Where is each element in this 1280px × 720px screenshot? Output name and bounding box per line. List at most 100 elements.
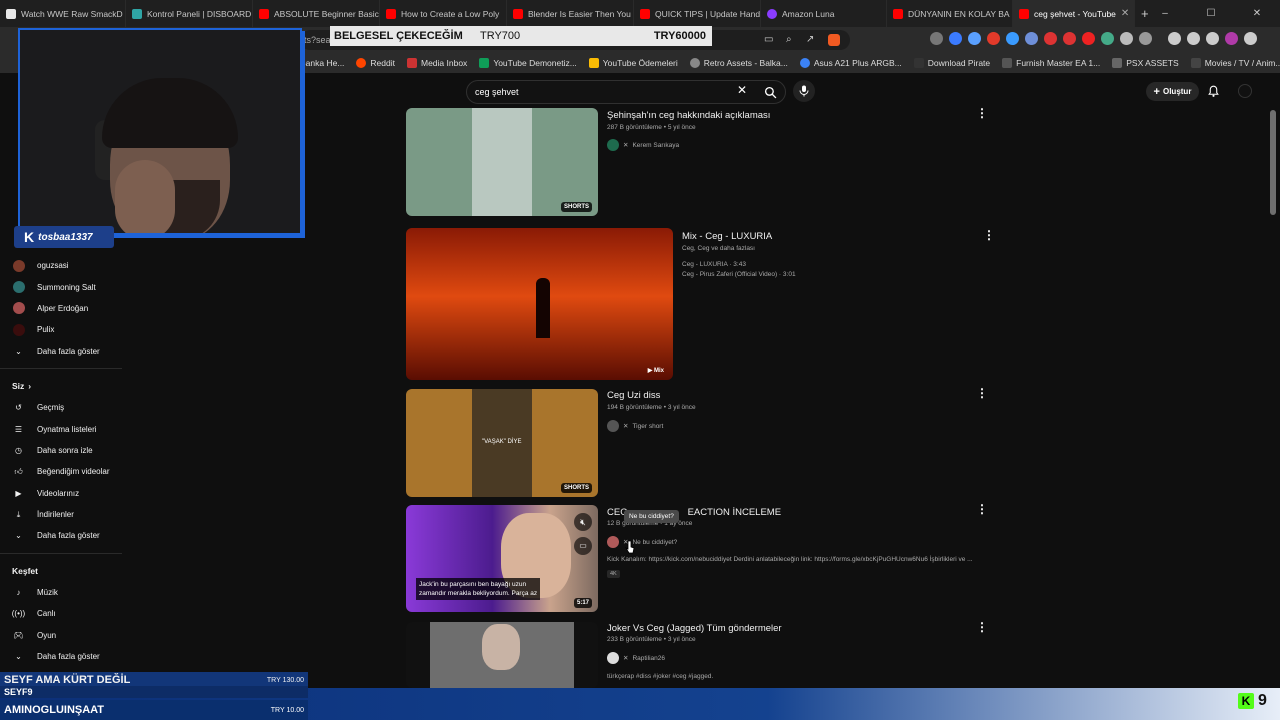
sidebar-item-gaming[interactable]: 🎮︎ Oyun [0,624,122,645]
sidebar-item-your-videos[interactable]: ▶ Videolarınız [0,483,122,504]
thumbnail-face [482,624,520,670]
translate-icon[interactable] [949,32,962,45]
tab-8[interactable]: DÜNYANIN EN KOLAY BA [887,0,1013,27]
tab-2[interactable]: Kontrol Paneli | DISBOARD [126,0,253,27]
sidebar-item-live[interactable]: ((•)) Canlı [0,603,122,624]
bookmark[interactable]: YouTube Ödemeleri [588,58,678,68]
extension-icon[interactable] [1063,32,1076,45]
bookmark[interactable]: Download Pirate [913,58,990,68]
sidebar-item-history[interactable]: ↺ Geçmiş [0,397,122,418]
extension-icon[interactable] [1025,32,1038,45]
close-icon: ✕ [623,142,629,149]
channel-avatar [607,139,619,151]
bookmark[interactable]: Reddit [356,58,395,68]
video-title[interactable]: Joker Vs Ceg (Jagged) Tüm göndermeler [607,623,782,634]
video-title[interactable]: Şehinşah'ın ceg hakkındaki açıklaması [607,110,770,121]
tab-6[interactable]: QUICK TIPS | Update Hand [634,0,761,27]
channel-avatar [12,259,25,272]
tab-3[interactable]: ABSOLUTE Beginner Basics [253,0,380,27]
you-section-heading[interactable]: Siz › [0,375,122,397]
sidebar-subscription[interactable]: Summoning Salt [0,276,122,297]
mute-icon[interactable]: 🔇︎ [574,513,592,531]
clear-search-icon[interactable]: ✕ [737,83,747,97]
wallet-icon[interactable] [1206,32,1219,45]
tab-4[interactable]: How to Create a Low Poly [380,0,507,27]
sidebar-subscription[interactable]: oguzsasi [0,255,122,276]
video-preview[interactable]: Jack'in bu parçasını ben bayağı uzun zama… [406,505,598,612]
video-thumbnail[interactable]: "VAŞAK" DİYE SHORTS [406,389,598,497]
sidebar-icon[interactable] [1187,32,1200,45]
channel-link[interactable]: ✕ Raptilian26 [607,652,665,664]
account-avatar[interactable] [1238,84,1252,98]
extension-icon[interactable] [987,32,1000,45]
more-actions-icon[interactable]: ⋮ [976,502,988,516]
sidebar-item-watch-later[interactable]: ◷ Daha sonra izle [0,440,122,461]
bookmark[interactable]: Movies / TV / Anim... [1190,58,1280,68]
minimize-button[interactable]: – [1142,0,1188,27]
video-thumbnail[interactable]: ▶ Mix [406,228,673,380]
video-title[interactable]: Ceg Uzi diss [607,390,660,401]
channel-link[interactable]: ✕ Kerem Sarıkaya [607,139,679,151]
zoom-icon[interactable]: ⌕ [786,30,792,50]
close-window-button[interactable]: ✕ [1234,0,1280,27]
extension-icon[interactable] [1006,32,1019,45]
create-button[interactable]: + Oluştur [1146,82,1199,101]
channel-tooltip: Ne bu ciddiyet? [624,510,679,523]
channel-link[interactable]: ✕ Ne bu ciddiyet? [607,536,677,548]
bookmark-label: Reddit [370,58,395,68]
more-actions-icon[interactable]: ⋮ [976,620,988,634]
cast-icon[interactable]: ▭ [764,30,773,50]
donor-amount: TRY 10.00 [270,706,304,714]
close-tab-icon[interactable]: ✕ [1121,8,1129,19]
mix-track[interactable]: Ceg - LUXURIA · 3:43 [682,261,746,268]
more-actions-icon[interactable]: ⋮ [983,228,995,242]
tab-7[interactable]: Amazon Luna [761,0,887,27]
more-actions-icon[interactable]: ⋮ [976,386,988,400]
section-title: Siz [12,380,25,391]
sidebar-item-liked[interactable]: 👍︎ Beğendiğim videolar [0,461,122,482]
bookmark[interactable]: Banka He... [300,58,344,68]
screenshot-icon[interactable] [1139,32,1152,45]
voice-search-button[interactable] [793,80,815,102]
maximize-button[interactable]: ☐ [1188,0,1234,27]
show-more-subscriptions[interactable]: ⌄ Daha fazla göster [0,341,122,362]
mix-track[interactable]: Ceg - Pirus Zaferi (Official Video) · 3:… [682,271,796,278]
more-actions-icon[interactable]: ⋮ [976,106,988,120]
bookmark[interactable]: Media Inbox [407,58,467,68]
notifications-button[interactable] [1207,84,1220,103]
bookmark[interactable]: Asus A21 Plus ARGB... [799,58,902,68]
search-button[interactable] [756,80,784,104]
scrollbar-thumb[interactable] [1270,110,1276,215]
menu-icon[interactable] [1244,32,1257,45]
video-thumbnail[interactable]: SHORTS [406,108,598,216]
sidebar-item-music[interactable]: ♪ Müzik [0,582,122,603]
playlist-icon[interactable] [1168,32,1181,45]
sidebar-subscription[interactable]: Alper Erdoğan [0,298,122,319]
share-icon[interactable]: ↗ [806,30,814,50]
extension-icon[interactable] [1044,32,1057,45]
bookmark[interactable]: PSX ASSETS [1112,58,1179,68]
goal-target: TRY60000 [653,30,706,42]
sidebar-item-playlists[interactable]: ☰ Oynatma listeleri [0,418,122,439]
puzzle-icon[interactable] [1120,32,1133,45]
extension-icon[interactable] [1101,32,1114,45]
tab-5[interactable]: Blender Is Easier Then You [507,0,634,27]
tab-active[interactable]: ceg şehvet - YouTube ✕ [1013,0,1135,27]
sidebar-subscription[interactable]: Pulix [0,319,122,340]
extension-icon[interactable] [968,32,981,45]
captions-icon[interactable]: ▭ [574,537,592,555]
sidebar-item-downloads[interactable]: ⤓ İndirilenler [0,504,122,525]
tab-1[interactable]: Watch WWE Raw SmackD [0,0,126,27]
show-more-you[interactable]: ⌄ Daha fazla göster [0,525,122,546]
bookmark[interactable]: YouTube Demonetiz... [479,58,577,68]
profile-icon[interactable] [1225,32,1238,45]
extension-icon[interactable] [930,32,943,45]
video-title[interactable]: Mix - Ceg - LUXURIA [682,231,772,242]
bookmark[interactable]: Retro Assets - Balka... [689,58,788,68]
show-more-explore[interactable]: ⌄ Daha fazla göster [0,646,122,667]
brave-shield-icon[interactable] [828,34,840,46]
channel-link[interactable]: ✕ Tiger short [607,420,663,432]
video-thumbnail[interactable] [406,622,598,688]
bookmark[interactable]: Furnish Master EA 1... [1002,58,1100,68]
extension-icon[interactable] [1082,32,1095,45]
